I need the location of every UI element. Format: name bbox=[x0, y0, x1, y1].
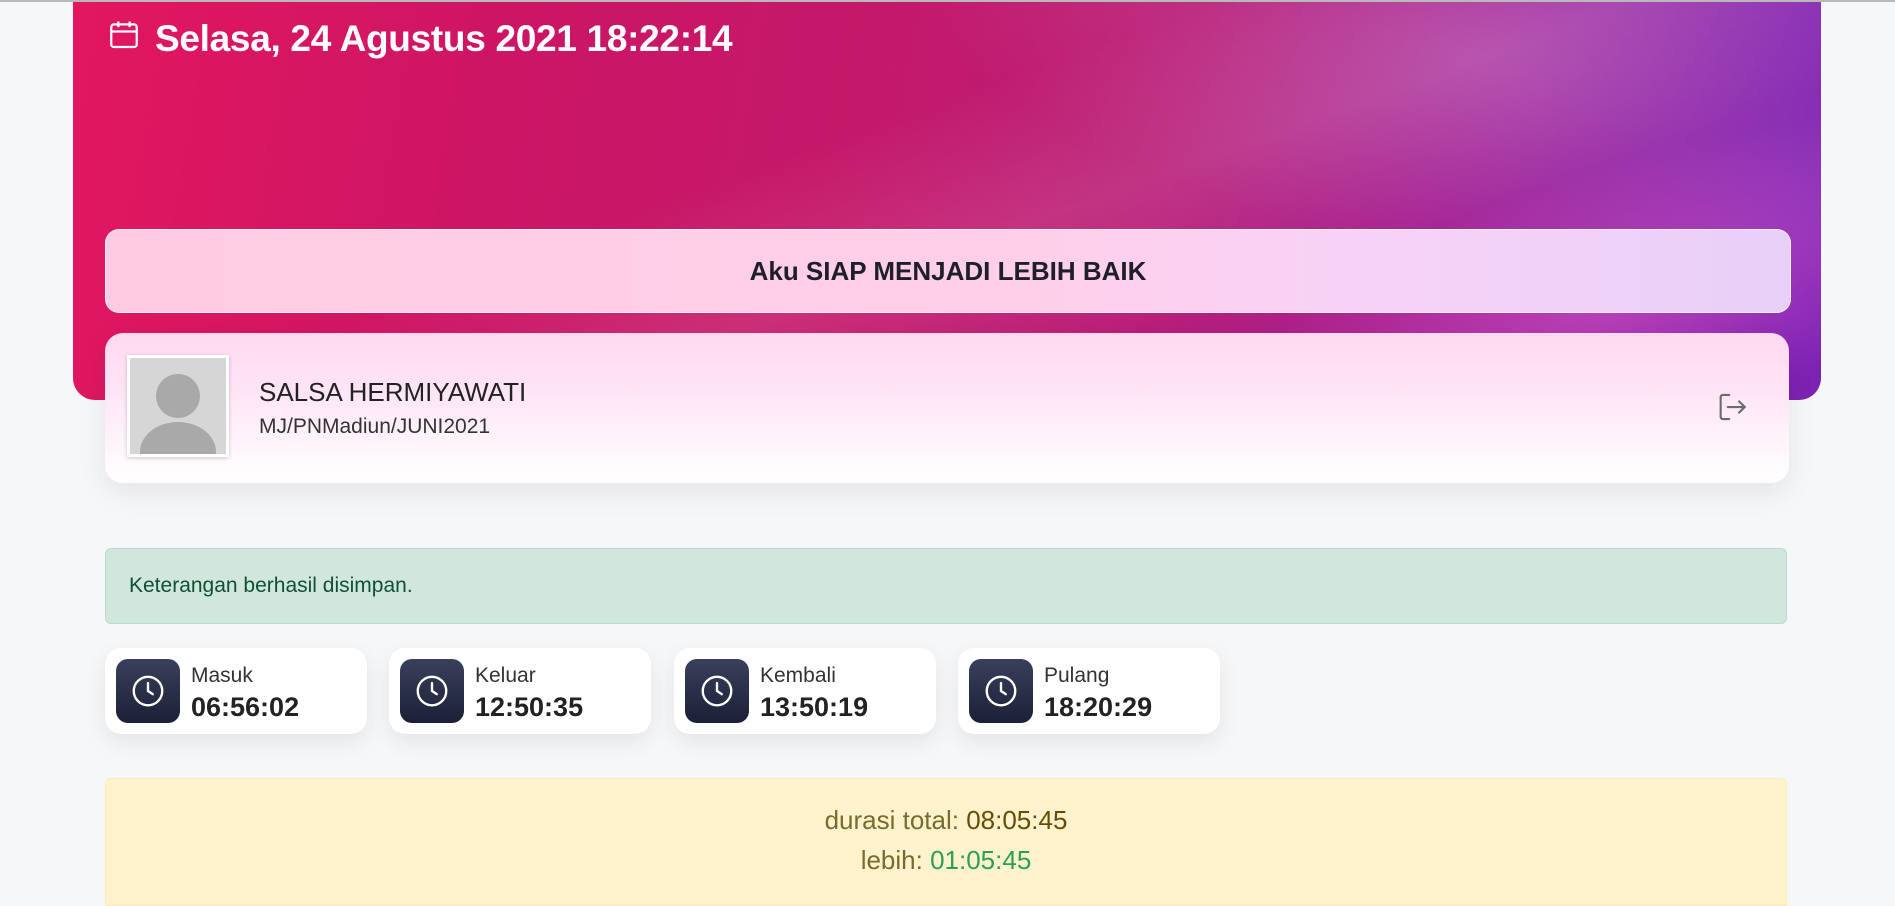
total-duration-line: durasi total: 08:05:45 bbox=[106, 805, 1786, 836]
total-duration-value: 08:05:45 bbox=[966, 805, 1068, 835]
current-datetime: Selasa, 24 Agustus 2021 18:22:14 bbox=[107, 14, 733, 64]
clock-icon bbox=[969, 659, 1033, 723]
attendance-label: Kembali bbox=[760, 664, 836, 687]
avatar bbox=[127, 355, 229, 457]
motto-banner: Aku SIAP MENJADI LEBIH BAIK bbox=[105, 229, 1791, 313]
clock-icon bbox=[685, 659, 749, 723]
attendance-card-kembali: Kembali 13:50:19 bbox=[674, 648, 936, 734]
profile-id: MJ/PNMadiun/JUNI2021 bbox=[259, 415, 491, 438]
logout-icon[interactable] bbox=[1715, 390, 1749, 424]
attendance-time: 12:50:35 bbox=[475, 692, 584, 722]
attendance-time: 13:50:19 bbox=[760, 692, 869, 722]
duration-summary: durasi total: 08:05:45 lebih: 01:05:45 bbox=[105, 778, 1787, 906]
extra-duration-value: 01:05:45 bbox=[930, 845, 1032, 875]
clock-icon bbox=[400, 659, 464, 723]
profile-name: SALSA HERMIYAWATI bbox=[259, 377, 527, 407]
calendar-icon bbox=[107, 18, 141, 61]
extra-duration-label: lebih: bbox=[860, 845, 923, 875]
total-duration-label: durasi total: bbox=[824, 805, 959, 835]
extra-duration-line: lebih: 01:05:45 bbox=[106, 845, 1786, 876]
attendance-card-pulang: Pulang 18:20:29 bbox=[958, 648, 1220, 734]
attendance-time: 18:20:29 bbox=[1044, 692, 1153, 722]
attendance-label: Keluar bbox=[475, 664, 536, 687]
datetime-text: Selasa, 24 Agustus 2021 18:22:14 bbox=[155, 18, 733, 59]
attendance-card-keluar: Keluar 12:50:35 bbox=[389, 648, 651, 734]
attendance-label: Masuk bbox=[191, 664, 253, 687]
attendance-label: Pulang bbox=[1044, 664, 1110, 687]
success-alert: Keterangan berhasil disimpan. bbox=[105, 548, 1787, 624]
clock-icon bbox=[116, 659, 180, 723]
attendance-card-masuk: Masuk 06:56:02 bbox=[105, 648, 367, 734]
attendance-time: 06:56:02 bbox=[191, 692, 300, 722]
profile-card: SALSA HERMIYAWATI MJ/PNMadiun/JUNI2021 bbox=[105, 333, 1789, 483]
